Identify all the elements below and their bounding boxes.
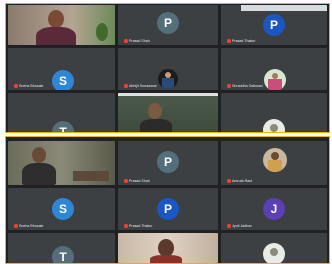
meeting-grid-top: P Prasad Shah P Prasad Thakur S Sneha Bh… — [5, 3, 330, 133]
avatar: P — [157, 151, 179, 173]
participant-tile[interactable]: T — [8, 233, 115, 263]
mic-muted-icon — [124, 84, 128, 88]
participant-video — [118, 93, 218, 132]
participant-tile-video[interactable]: Shraddha Gaikwad — [221, 48, 327, 90]
participant-name: Abhijit Sonawane — [129, 84, 157, 88]
participant-tile-video[interactable]: Amruta Raut — [221, 141, 327, 185]
participant-tile[interactable]: P Prasad Shah — [118, 141, 218, 185]
meeting-grid-bottom: P Prasad Shah Amruta Raut S Sneha Bhosal… — [5, 136, 330, 264]
participant-tile[interactable]: P Prasad Shah — [118, 5, 218, 45]
participant-tile-video[interactable] — [221, 233, 327, 263]
participant-name: Prasad Shah — [129, 179, 150, 183]
participant-name: Jyoti Jadhav — [232, 224, 252, 228]
tab-bar — [241, 5, 327, 11]
participant-photo — [263, 243, 285, 263]
participant-tile[interactable]: J Jyoti Jadhav — [221, 188, 327, 230]
mic-muted-icon — [14, 224, 18, 228]
avatar: J — [263, 198, 285, 220]
participant-name: Prasad Shah — [129, 39, 150, 43]
participant-video — [118, 233, 218, 263]
participant-name: Prasad Thakur — [129, 224, 153, 228]
participant-video — [8, 141, 115, 185]
participant-video — [8, 5, 115, 45]
participant-name: Amruta Raut — [232, 179, 253, 183]
avatar: S — [52, 70, 74, 90]
participant-tile[interactable]: S Sneha Bhosale — [8, 188, 115, 230]
mic-muted-icon — [227, 224, 231, 228]
mic-muted-icon — [124, 179, 128, 183]
participant-tile[interactable]: P Prasad Thakur — [221, 5, 327, 45]
participant-photo — [158, 69, 178, 89]
participant-photo — [264, 69, 286, 90]
avatar: P — [157, 12, 179, 34]
mic-muted-icon — [227, 84, 231, 88]
avatar: T — [52, 121, 74, 132]
participant-name: Sneha Bhosale — [19, 84, 44, 88]
participant-tile[interactable]: P Prasad Thakur — [118, 188, 218, 230]
participant-name: Shraddha Gaikwad — [232, 84, 263, 88]
participant-photo — [263, 119, 285, 132]
participant-tile-video[interactable] — [221, 93, 327, 132]
avatar: P — [263, 14, 285, 36]
mic-muted-icon — [124, 39, 128, 43]
mic-muted-icon — [227, 179, 231, 183]
mic-muted-icon — [14, 84, 18, 88]
participant-photo — [263, 148, 287, 172]
participant-name: Prasad Thakur — [232, 39, 256, 43]
participant-tile-video[interactable] — [118, 233, 218, 263]
participant-tile[interactable]: S Sneha Bhosale — [8, 48, 115, 90]
participant-tile[interactable]: T — [8, 93, 115, 132]
avatar: S — [52, 198, 74, 220]
participant-tile-video[interactable] — [118, 93, 218, 132]
mic-muted-icon — [227, 39, 231, 43]
mic-muted-icon — [124, 224, 128, 228]
participant-tile-video[interactable] — [8, 5, 115, 45]
participant-tile-video[interactable] — [8, 141, 115, 185]
avatar: P — [157, 198, 179, 220]
participant-name: Sneha Bhosale — [19, 224, 44, 228]
avatar: T — [52, 246, 74, 263]
participant-tile-video[interactable]: Abhijit Sonawane — [118, 48, 218, 90]
